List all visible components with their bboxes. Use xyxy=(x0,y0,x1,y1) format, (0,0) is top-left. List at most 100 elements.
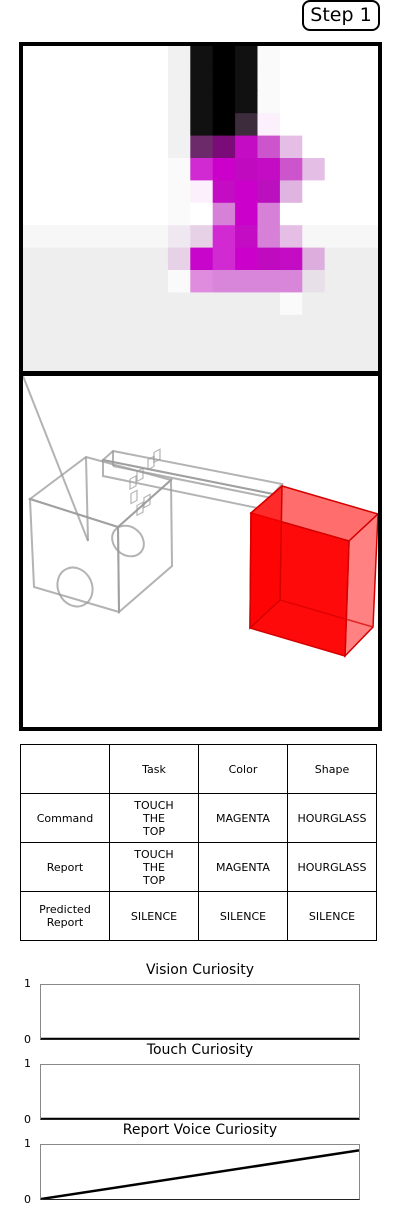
vision-pixel xyxy=(235,292,259,316)
vision-pixel xyxy=(33,359,57,371)
table-cell: Predicted Report xyxy=(20,891,110,941)
vision-pixel xyxy=(55,270,79,293)
vision-pixel xyxy=(100,270,124,293)
vision-pixel xyxy=(302,180,326,204)
vision-pixel xyxy=(167,337,191,361)
red-block xyxy=(249,484,378,658)
vision-pixel xyxy=(347,202,371,226)
vision-pixel xyxy=(33,314,57,338)
curiosity-line xyxy=(41,1149,359,1199)
vision-pixel xyxy=(235,247,259,271)
vision-pixel xyxy=(78,337,102,361)
vision-pixel xyxy=(235,68,259,92)
vision-pixel xyxy=(100,158,124,181)
vision-pixel xyxy=(23,202,35,226)
vision-pixel xyxy=(23,270,35,293)
vision-pixel xyxy=(167,359,191,371)
vision-pixel xyxy=(123,68,147,92)
vision-pixel xyxy=(369,90,378,114)
vision-pixel xyxy=(212,113,236,137)
chart-title: Touch Curiosity xyxy=(146,1042,254,1058)
chart-plot-area xyxy=(40,1144,360,1200)
vision-pixel xyxy=(369,314,378,338)
vision-pixel xyxy=(190,158,214,181)
vision-pixel xyxy=(167,292,191,316)
vision-pixel xyxy=(167,68,191,92)
vision-pixel xyxy=(324,90,348,114)
chart-plot-area xyxy=(40,1064,360,1120)
vision-pixel xyxy=(279,158,303,181)
vision-pixel xyxy=(212,135,236,159)
vision-pixel xyxy=(100,247,124,271)
vision-pixel xyxy=(123,113,147,137)
vision-pixel xyxy=(145,180,169,204)
vision-pixel xyxy=(55,337,79,361)
vision-pixel xyxy=(235,113,259,137)
vision-pixel xyxy=(100,90,124,114)
vision-pixel xyxy=(145,68,169,92)
vision-pixel xyxy=(257,68,281,92)
vision-pixel xyxy=(212,202,236,226)
vision-pixel xyxy=(212,292,236,316)
vision-pixel xyxy=(190,46,214,69)
table-cell: SILENCE xyxy=(198,891,288,941)
vision-pixel xyxy=(347,180,371,204)
vision-pixel xyxy=(190,314,214,338)
vision-pixel xyxy=(279,359,303,371)
vision-pixel xyxy=(190,337,214,361)
vision-pixel xyxy=(235,359,259,371)
vision-pixel xyxy=(145,292,169,316)
vision-pixel xyxy=(55,202,79,226)
table-row: Predicted Report SILENCE SILENCE SILENCE xyxy=(20,891,377,941)
vision-pixel xyxy=(123,202,147,226)
vision-pixel xyxy=(235,90,259,114)
vision-pixel xyxy=(235,202,259,226)
vision-pixel xyxy=(347,292,371,316)
vision-pixel xyxy=(324,270,348,293)
vision-pixel xyxy=(302,135,326,159)
chart-plot-area xyxy=(40,984,360,1040)
vision-pixel xyxy=(145,225,169,249)
vision-pixel xyxy=(257,270,281,293)
vision-pixel xyxy=(302,270,326,293)
vision-pixel xyxy=(167,90,191,114)
vision-pixel xyxy=(23,359,35,371)
vision-pixel xyxy=(369,202,378,226)
vision-pixel xyxy=(302,225,326,249)
vision-pixel xyxy=(279,225,303,249)
vision-pixel xyxy=(347,225,371,249)
vision-pixel xyxy=(100,202,124,226)
vision-pixel xyxy=(347,247,371,271)
vision-pixel xyxy=(123,135,147,159)
vision-pixel xyxy=(347,135,371,159)
vision-pixel xyxy=(190,180,214,204)
vision-pixel xyxy=(123,90,147,114)
vision-pixel xyxy=(279,314,303,338)
vision-pixel xyxy=(123,359,147,371)
table-cell: TOUCH THE TOP xyxy=(109,793,199,843)
vision-pixel xyxy=(212,247,236,271)
vision-pixel xyxy=(78,247,102,271)
vision-pixel xyxy=(369,113,378,137)
vision-pixel xyxy=(78,68,102,92)
vision-pixel xyxy=(123,270,147,293)
vision-pixel xyxy=(100,359,124,371)
vision-pixel xyxy=(145,158,169,181)
vision-pixel xyxy=(33,225,57,249)
vision-pixel xyxy=(212,337,236,361)
vision-pixel xyxy=(302,337,326,361)
table-cell: MAGENTA xyxy=(198,793,288,843)
vision-pixel xyxy=(257,247,281,271)
vision-pixel xyxy=(145,90,169,114)
vision-pixel xyxy=(55,90,79,114)
table-cell: SILENCE xyxy=(287,891,377,941)
vision-pixel xyxy=(279,113,303,137)
y-tick-max: 1 xyxy=(24,1137,31,1150)
table-cell: SILENCE xyxy=(109,891,199,941)
vision-pixel xyxy=(235,314,259,338)
vision-pixel xyxy=(78,180,102,204)
wireframe-robot xyxy=(23,376,284,615)
vision-pixel xyxy=(347,314,371,338)
vision-pixel xyxy=(369,158,378,181)
vision-pixel xyxy=(33,180,57,204)
